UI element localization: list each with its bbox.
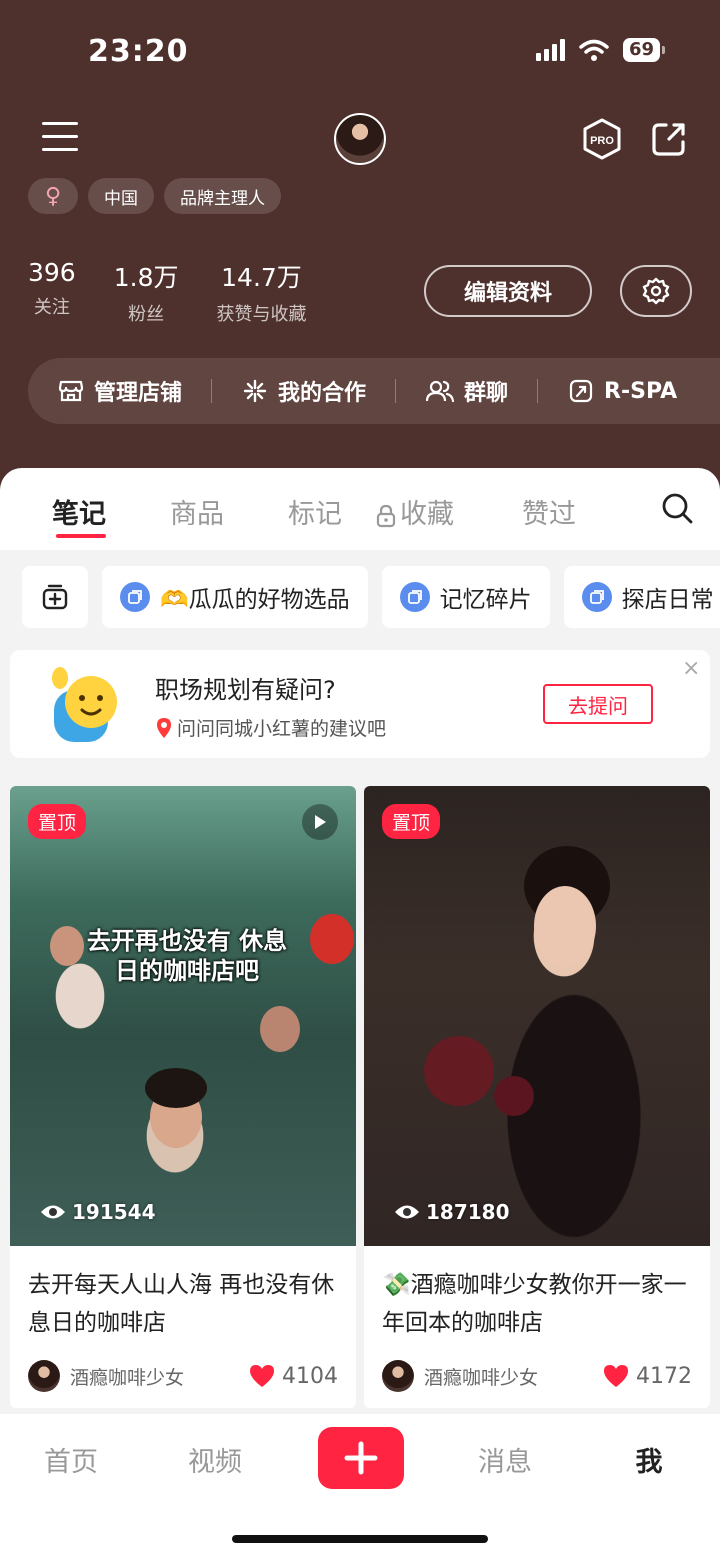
card-title: 职场规划有疑问? <box>155 676 336 704</box>
nav-messages[interactable]: 消息 <box>450 1440 560 1479</box>
sparkle-icon <box>243 379 267 403</box>
note-footer: 酒瘾咖啡少女 4104 <box>28 1360 338 1392</box>
gender-female-icon: ♀ <box>28 178 78 214</box>
pinned-badge: 置顶 <box>28 804 87 839</box>
card-subtitle: 问问同城小红薯的建议吧 <box>155 714 386 741</box>
album-icon <box>120 582 150 612</box>
profile-stats: 396 关注 1.8万 粉丝 14.7万 获赞与收藏 <box>28 258 306 326</box>
location-pin-icon <box>157 717 171 738</box>
gear-icon <box>642 277 670 305</box>
pro-icon[interactable]: PRO <box>582 118 622 160</box>
content-tabs: 笔记 商品 标记 收藏 赞过 <box>0 468 720 550</box>
pinned-badge: 置顶 <box>382 804 441 839</box>
collection-chip[interactable]: 🫶瓜瓜的好物选品 <box>102 566 368 628</box>
search-icon[interactable] <box>660 491 694 525</box>
tab-notes[interactable]: 笔记 <box>52 492 106 531</box>
collection-chip[interactable]: 探店日常 <box>563 566 720 628</box>
menu-icon[interactable] <box>42 122 78 154</box>
note-footer: 酒瘾咖啡少女 4172 <box>382 1360 692 1392</box>
author-avatar <box>28 1360 60 1392</box>
author-avatar <box>382 1360 414 1392</box>
shortcut-bar: 管理店铺 我的合作 群聊 R-SPA <box>28 358 720 424</box>
add-album-icon <box>42 584 68 610</box>
svg-text:PRO: PRO <box>590 135 614 147</box>
avatar[interactable] <box>334 113 386 165</box>
like-button[interactable]: 4104 <box>248 1364 338 1389</box>
note-title: 💸酒瘾咖啡少女教你开一家一年回本的咖啡店 <box>382 1272 687 1336</box>
view-count: 191544 <box>40 1200 156 1224</box>
shortcut-rspa[interactable]: R-SPA <box>538 378 707 404</box>
note-card[interactable]: 置顶 去开再也没有 休息日的咖啡店吧 191544 去开每天人山人海 再也没有休… <box>10 786 356 1408</box>
author[interactable]: 酒瘾咖啡少女 <box>382 1360 538 1392</box>
signal-icon <box>535 39 565 61</box>
view-count: 187180 <box>394 1200 510 1224</box>
wifi-icon <box>579 39 609 61</box>
active-tab-indicator <box>56 534 106 538</box>
author[interactable]: 酒瘾咖啡少女 <box>28 1360 184 1392</box>
note-cover-image: 置顶 去开再也没有 休息日的咖啡店吧 191544 <box>10 786 356 1246</box>
note-title: 去开每天人山人海 再也没有休息日的咖啡店 <box>28 1272 335 1336</box>
store-icon <box>58 380 84 402</box>
status-icons: 69 <box>535 38 666 62</box>
album-icon <box>399 582 430 612</box>
create-post-button[interactable] <box>318 1427 404 1489</box>
location-tag: 中国 <box>88 178 154 214</box>
stat-following[interactable]: 396 关注 <box>28 258 76 326</box>
eye-icon <box>41 1205 65 1219</box>
settings-button[interactable] <box>620 265 692 317</box>
career-question-card: 职场规划有疑问? 问问同城小红薯的建议吧 去提问 × <box>10 650 710 758</box>
home-indicator <box>232 1535 488 1543</box>
eye-icon <box>395 1205 419 1219</box>
stat-followers[interactable]: 1.8万 粉丝 <box>114 258 179 326</box>
tab-liked[interactable]: 赞过 <box>522 492 576 531</box>
cover-overlay-text: 去开再也没有 休息日的咖啡店吧 <box>86 927 288 985</box>
tab-products[interactable]: 商品 <box>170 492 224 531</box>
nav-me[interactable]: 我 <box>594 1440 704 1479</box>
edit-profile-button[interactable]: 编辑资料 <box>424 265 592 317</box>
role-tag: 品牌主理人 <box>164 178 281 214</box>
battery-indicator: 69 <box>622 38 666 62</box>
note-card[interactable]: 置顶 187180 💸酒瘾咖啡少女教你开一家一年回本的咖啡店 酒瘾咖啡少女 41… <box>364 786 710 1408</box>
note-cover-image: 置顶 187180 <box>364 786 710 1246</box>
heart-icon <box>604 1365 628 1387</box>
nav-video[interactable]: 视频 <box>160 1440 270 1479</box>
ask-question-button[interactable]: 去提问 <box>543 684 653 724</box>
waving-emoji-icon <box>52 667 117 742</box>
add-collection-button[interactable] <box>22 566 88 628</box>
shortcut-group-chat[interactable]: 群聊 <box>396 375 539 407</box>
lock-icon <box>376 504 396 527</box>
stat-likes-collects[interactable]: 14.7万 获赞与收藏 <box>216 258 306 326</box>
plus-icon <box>344 1441 378 1475</box>
rspa-icon <box>569 379 593 403</box>
nav-home[interactable]: 首页 <box>16 1440 126 1479</box>
profile-header-background <box>0 0 720 500</box>
shortcut-manage-store[interactable]: 管理店铺 <box>28 375 213 407</box>
album-icon <box>581 582 612 612</box>
group-icon <box>426 380 455 403</box>
tab-collections[interactable]: 收藏 <box>376 492 454 531</box>
status-time: 23:20 <box>88 34 189 69</box>
collection-chip[interactable]: 记忆碎片 <box>381 566 550 628</box>
video-play-icon <box>302 804 338 840</box>
share-icon[interactable] <box>650 120 688 158</box>
tab-marked[interactable]: 标记 <box>288 492 342 531</box>
shortcut-my-cooperation[interactable]: 我的合作 <box>212 375 397 407</box>
heart-icon <box>250 1365 274 1387</box>
close-icon[interactable]: × <box>682 656 700 681</box>
collection-chips: 🫶瓜瓜的好物选品 记忆碎片 探店日常 <box>22 566 720 628</box>
like-button[interactable]: 4172 <box>602 1364 692 1389</box>
profile-tags: ♀ 中国 品牌主理人 <box>28 178 281 214</box>
